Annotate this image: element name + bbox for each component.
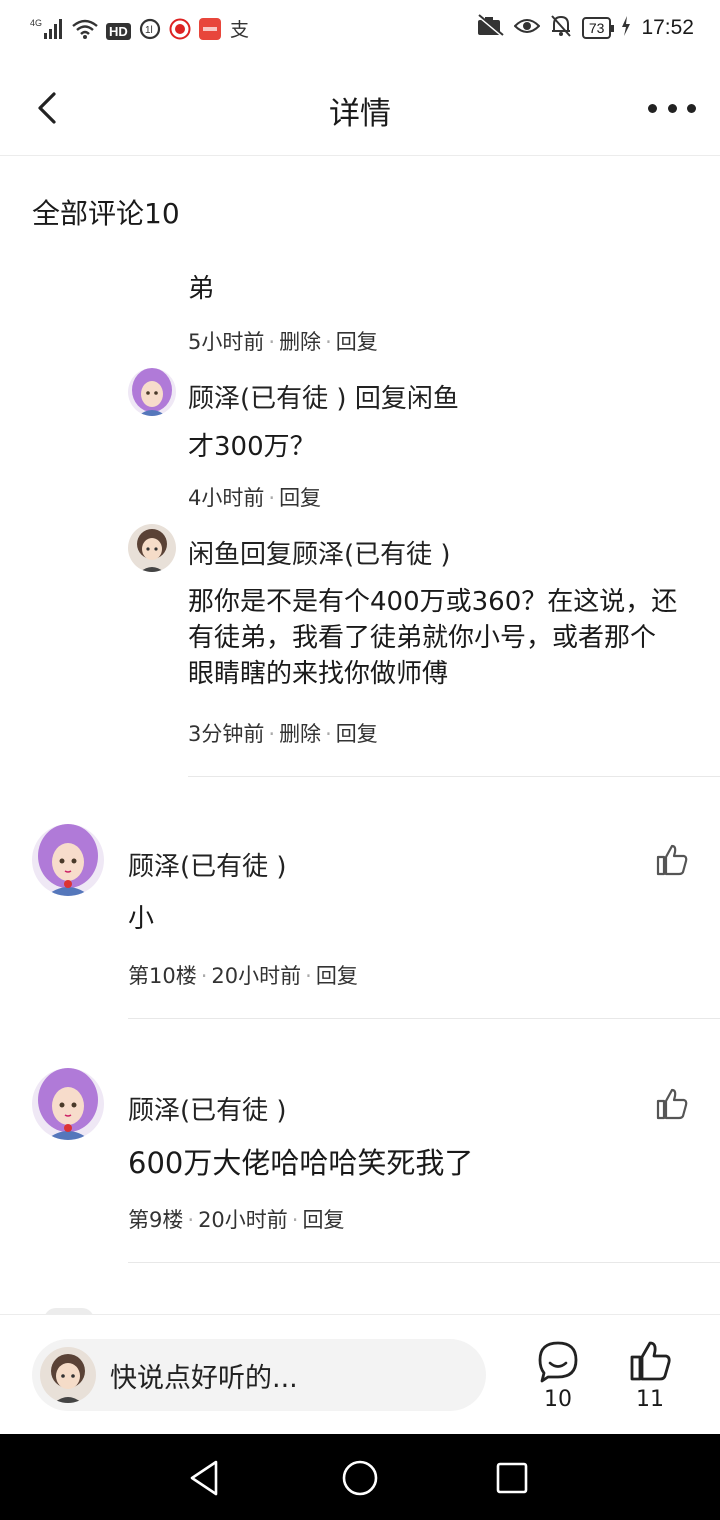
like-button[interactable]	[654, 842, 690, 878]
comment-count: 10	[544, 1387, 572, 1412]
svg-text:1l: 1l	[145, 25, 153, 36]
svg-text:支: 支	[230, 19, 249, 40]
divider	[128, 1262, 720, 1263]
avatar[interactable]	[32, 1068, 104, 1140]
app-header: 详情	[0, 62, 720, 156]
comments-count-title: 全部评论10	[32, 197, 180, 230]
nav-home-button[interactable]	[338, 1456, 382, 1500]
clock: 17:52	[641, 16, 694, 39]
comment-time: 20小时前	[198, 1208, 288, 1232]
eye-comfort-icon	[513, 16, 541, 40]
comment-text: 600万大佬哈哈哈笑死我了	[128, 1146, 474, 1180]
signal-icon: 4G	[30, 16, 64, 46]
battery-indicator: 73	[581, 17, 614, 39]
more-options-button[interactable]	[648, 90, 696, 126]
floor-number: 第10楼	[128, 964, 197, 988]
reply-author[interactable]: 顾泽(已有徒 ) 回复闲鱼	[188, 378, 459, 415]
comment-time: 20小时前	[211, 964, 302, 988]
reply-time: 4小时前	[188, 486, 265, 510]
square-recents-icon	[496, 1462, 528, 1494]
reply-text: 那你是不是有个400万或360？在这说，还有徒弟，我看了徒弟就你小号，或者那个眼…	[188, 587, 678, 689]
comment-meta: 第10楼 · 20小时前 · 回复	[128, 964, 358, 988]
delete-link[interactable]: 删除	[279, 722, 321, 746]
thumbs-up-icon	[630, 1341, 671, 1381]
reply-author[interactable]: 闲鱼回复顾泽(已有徒 )	[188, 534, 451, 571]
reply-link[interactable]: 回复	[336, 722, 378, 746]
alipay-icon: 支	[229, 18, 253, 44]
comment-button[interactable]	[536, 1339, 580, 1383]
system-nav-bar	[0, 1434, 720, 1520]
mute-bell-icon	[550, 14, 572, 42]
status-right: 73 17:52	[476, 14, 694, 42]
divider	[188, 776, 720, 777]
svg-text:4G: 4G	[30, 18, 42, 28]
reply-time: 5小时前	[188, 330, 265, 354]
reply-time: 3分钟前	[188, 722, 265, 746]
comment-input[interactable]: 快说点好听的...	[32, 1339, 486, 1411]
status-bar: 4G HD 1l 支 73 17:52	[0, 0, 720, 62]
divider	[128, 1018, 720, 1019]
no-camera-icon	[476, 14, 504, 42]
comment-author[interactable]: 顾泽(已有徒 )	[128, 1090, 287, 1127]
avatar[interactable]	[128, 368, 176, 416]
huawei-app-icon	[198, 18, 221, 44]
status-left: 4G HD 1l 支	[30, 16, 253, 46]
nav-recents-button[interactable]	[490, 1456, 534, 1500]
comment-author[interactable]: 顾泽(已有徒 )	[128, 846, 287, 883]
comment-input-bar: 快说点好听的... 10 11	[0, 1314, 720, 1434]
reply-meta: 5小时前 · 删除 · 回复	[188, 330, 378, 354]
floor-number: 第9楼	[128, 1208, 184, 1232]
page-title: 详情	[329, 96, 391, 132]
comment-meta: 第9楼 · 20小时前 · 回复	[128, 1208, 345, 1232]
avatar[interactable]	[32, 824, 104, 896]
like-button[interactable]	[654, 1086, 690, 1122]
like-count: 11	[636, 1387, 664, 1412]
avatar[interactable]	[128, 524, 176, 572]
more-dots-icon	[648, 103, 657, 113]
reply-link[interactable]: 回复	[316, 964, 358, 988]
reply-meta: 4小时前 · 回复	[188, 486, 322, 510]
reply-link[interactable]: 回复	[336, 330, 378, 354]
comment-text: 小	[128, 904, 155, 934]
delete-link[interactable]: 删除	[279, 330, 321, 354]
thumbs-up-icon	[656, 844, 688, 876]
circle-home-icon	[342, 1460, 378, 1496]
reply-text: 才300万？	[188, 432, 316, 462]
avatar	[40, 1347, 96, 1403]
charging-icon	[621, 16, 631, 40]
thumbs-up-icon	[656, 1088, 688, 1120]
comment-bubble-icon	[538, 1341, 578, 1383]
record-app-icon	[169, 18, 191, 44]
nav-back-button[interactable]	[184, 1456, 228, 1500]
triangle-back-icon	[190, 1460, 218, 1496]
like-post-button[interactable]	[628, 1339, 672, 1383]
wifi-icon	[72, 18, 98, 44]
reply-text: 弟	[188, 274, 215, 304]
reply-link[interactable]: 回复	[302, 1208, 344, 1232]
reply-link[interactable]: 回复	[279, 486, 321, 510]
data-saver-icon: 1l	[139, 18, 161, 44]
comment-placeholder: 快说点好听的...	[110, 1363, 298, 1394]
reply-meta: 3分钟前 · 删除 · 回复	[188, 722, 378, 746]
hd-icon: HD	[106, 22, 131, 40]
